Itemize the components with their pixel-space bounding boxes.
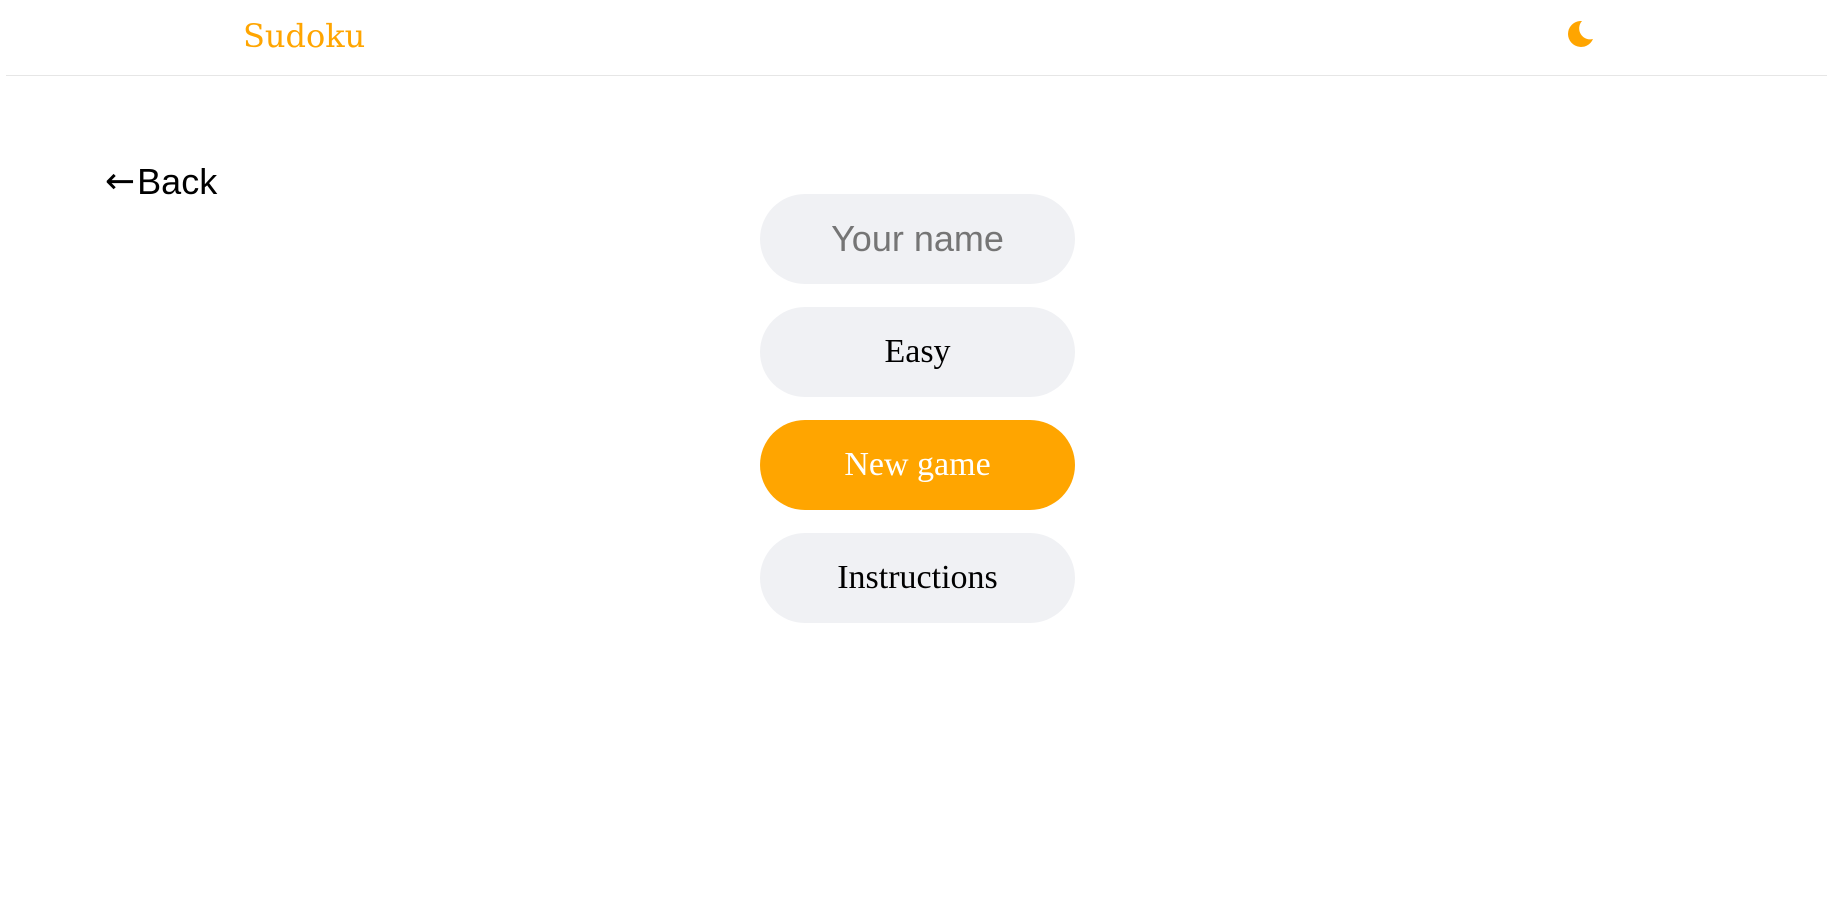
app-title[interactable]: Sudoku [243,14,365,58]
back-link[interactable]: ← Back [105,157,217,207]
moon-icon [1568,20,1593,47]
theme-toggle-button[interactable] [1559,14,1599,54]
top-bar: Sudoku [6,0,1827,76]
back-arrow-icon: ← [105,161,136,202]
back-label: Back [137,161,218,202]
name-input[interactable] [760,194,1075,284]
difficulty-select[interactable]: Easy [760,307,1075,397]
start-menu: Easy New game Instructions [760,194,1075,646]
new-game-button[interactable]: New game [760,420,1075,510]
instructions-button[interactable]: Instructions [760,533,1075,623]
